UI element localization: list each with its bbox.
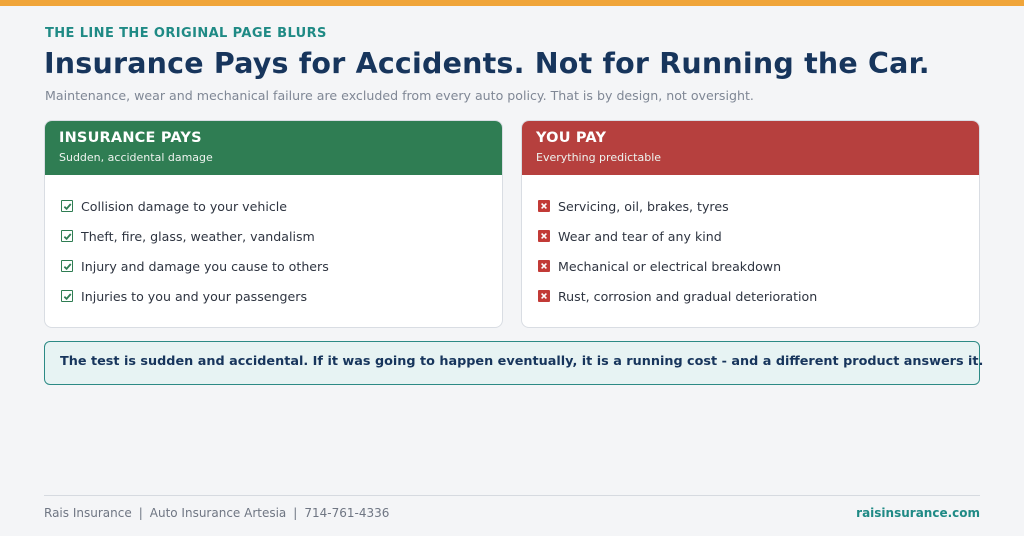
footer-service: Auto Insurance Artesia <box>149 506 287 520</box>
you-pay-item: Servicing, oil, brakes, tyres <box>538 191 979 221</box>
item-label: Injury and damage you cause to others <box>81 258 329 274</box>
footer-phone[interactable]: 714-761-4336 <box>304 506 389 520</box>
checkbox-crossed-icon <box>538 230 550 242</box>
page-subtitle: Maintenance, wear and mechanical failure… <box>45 88 754 103</box>
checkbox-checked-icon <box>61 230 73 242</box>
item-label: Rust, corrosion and gradual deterioratio… <box>558 288 818 304</box>
insurance-pays-card: INSURANCE PAYS Sudden, accidental damage… <box>44 120 503 328</box>
insurance-pays-subtitle: Sudden, accidental damage <box>59 151 213 164</box>
insurance-pays-item: Injury and damage you cause to others <box>61 251 502 281</box>
accent-bar <box>0 0 1024 6</box>
insurance-pays-item: Theft, fire, glass, weather, vandalism <box>61 221 502 251</box>
key-test-callout: The test is sudden and accidental. If it… <box>44 341 983 385</box>
footer-website-link[interactable]: raisinsurance.com <box>856 506 980 520</box>
eyebrow-label: THE LINE THE ORIGINAL PAGE BLURS <box>45 26 327 41</box>
footer-contact: Rais Insurance | Auto Insurance Artesia | 71… <box>44 506 389 520</box>
you-pay-header: YOU PAY Everything predictable <box>522 121 979 175</box>
item-label: Servicing, oil, brakes, tyres <box>558 198 729 214</box>
you-pay-item: Wear and tear of any kind <box>538 221 979 251</box>
checkbox-checked-icon <box>61 290 73 302</box>
checkbox-crossed-icon <box>538 290 550 302</box>
you-pay-item: Rust, corrosion and gradual deterioratio… <box>538 281 979 311</box>
insurance-pays-title: INSURANCE PAYS <box>59 130 202 146</box>
checkbox-crossed-icon <box>538 260 550 272</box>
checkbox-checked-icon <box>61 260 73 272</box>
item-label: Theft, fire, glass, weather, vandalism <box>81 228 315 244</box>
item-label: Wear and tear of any kind <box>558 228 722 244</box>
footer-separator: | <box>293 506 298 520</box>
checkbox-crossed-icon <box>538 200 550 212</box>
insurance-pays-item: Collision damage to your vehicle <box>61 191 502 221</box>
page: THE LINE THE ORIGINAL PAGE BLURS Insuran… <box>0 0 1024 536</box>
footer-divider <box>44 495 980 496</box>
page-title: Insurance Pays for Accidents. Not for Ru… <box>44 47 930 80</box>
you-pay-title: YOU PAY <box>536 130 607 146</box>
you-pay-card: YOU PAY Everything predictable Servicing… <box>521 120 980 328</box>
you-pay-item: Mechanical or electrical breakdown <box>538 251 979 281</box>
insurance-pays-item: Injuries to you and your passengers <box>61 281 502 311</box>
you-pay-list: Servicing, oil, brakes, tyres Wear and te… <box>522 175 979 311</box>
footer-separator: | <box>138 506 143 520</box>
insurance-pays-header: INSURANCE PAYS Sudden, accidental damage <box>45 121 502 175</box>
checkbox-checked-icon <box>61 200 73 212</box>
footer-company: Rais Insurance <box>44 506 132 520</box>
item-label: Mechanical or electrical breakdown <box>558 258 782 274</box>
insurance-pays-list: Collision damage to your vehicle Theft, f… <box>45 175 502 311</box>
item-label: Collision damage to your vehicle <box>81 198 288 214</box>
you-pay-subtitle: Everything predictable <box>536 151 662 164</box>
item-label: Injuries to you and your passengers <box>81 288 308 304</box>
